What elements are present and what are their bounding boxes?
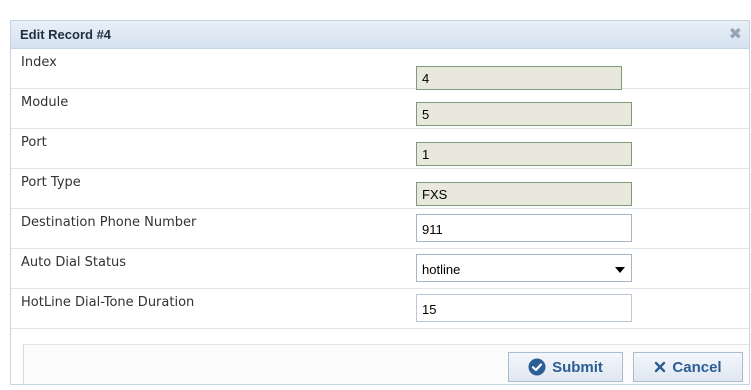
port-field: 1 [416,142,632,166]
submit-button[interactable]: Submit [508,352,623,382]
form-row-destination-phone-number: Destination Phone Number 911 [11,209,749,249]
port-type-label: Port Type [21,175,81,190]
form-row-port-type: Port Type FXS [11,169,749,209]
chevron-down-icon[interactable] [615,267,625,273]
close-icon[interactable]: ✖ [729,24,742,43]
x-icon [654,361,666,373]
form-row-auto-dial-status: Auto Dial Status hotline [11,249,749,289]
destination-phone-number-input[interactable]: 911 [416,214,632,242]
module-label: Module [21,95,69,110]
form-row-module: Module 5 [11,89,749,129]
module-field: 5 [416,102,632,126]
auto-dial-status-label: Auto Dial Status [21,255,127,270]
index-field: 4 [416,66,622,90]
submit-label: Submit [552,358,603,376]
dialog-titlebar: Edit Record #4 ✖ [11,21,749,49]
dialog-footer: Submit Cancel [23,344,749,384]
auto-dial-status-value: hotline [422,262,461,277]
hotline-dial-tone-duration-label: HotLine Dial-Tone Duration [21,295,195,310]
cancel-button[interactable]: Cancel [633,352,743,382]
check-circle-icon [528,358,546,376]
edit-record-dialog: Edit Record #4 ✖ Index 4 Module 5 Port 1… [10,20,750,385]
auto-dial-status-select[interactable]: hotline [416,254,632,282]
port-label: Port [21,135,47,150]
port-type-field: FXS [416,182,632,206]
form-row-hotline-dial-tone-duration: HotLine Dial-Tone Duration 15 [11,289,749,329]
form-row-port: Port 1 [11,129,749,169]
index-label: Index [21,55,57,70]
form-row-index: Index 4 [11,49,749,90]
dialog-title: Edit Record #4 [20,27,112,42]
cancel-label: Cancel [672,358,722,376]
destination-phone-number-label: Destination Phone Number [21,215,197,230]
hotline-dial-tone-duration-input[interactable]: 15 [416,294,632,322]
